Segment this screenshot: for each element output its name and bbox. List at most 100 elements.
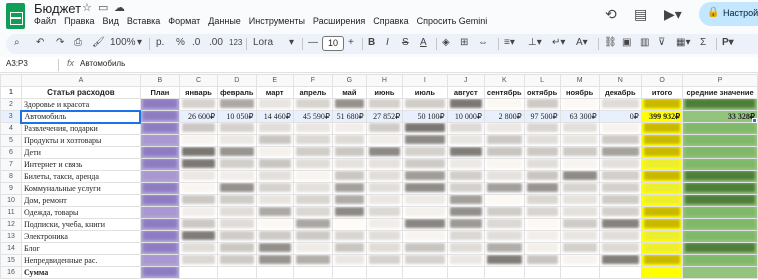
insert-chart-icon[interactable]: ▥ (640, 37, 649, 48)
value-cell[interactable] (523, 182, 561, 195)
category-cell[interactable]: Интернет и связь (20, 158, 141, 171)
category-cell[interactable]: Здоровье и красота (20, 98, 141, 111)
menu-edit[interactable]: Правка (64, 16, 94, 26)
category-cell[interactable]: Развлечения, подарки (20, 122, 141, 135)
value-cell[interactable] (483, 170, 525, 183)
search-menus-icon[interactable]: ⌕ (14, 37, 20, 48)
category-cell[interactable]: Дети (20, 146, 141, 159)
value-cell[interactable] (292, 254, 333, 267)
value-cell[interactable] (217, 230, 257, 243)
value-cell[interactable] (139, 146, 180, 159)
value-cell[interactable] (446, 206, 485, 219)
value-cell[interactable] (640, 242, 684, 255)
italic-icon[interactable]: I (386, 37, 389, 48)
name-box[interactable]: A3:P3 (6, 59, 28, 68)
select-all-corner[interactable] (0, 74, 22, 87)
font-size-decrease-icon[interactable]: — (308, 37, 318, 48)
value-cell[interactable] (331, 242, 367, 255)
column-header-a[interactable]: A (20, 74, 141, 87)
value-cell[interactable] (292, 170, 333, 183)
header-cell[interactable]: июнь (365, 86, 404, 99)
value-cell[interactable] (598, 230, 642, 243)
value-cell[interactable] (402, 158, 448, 171)
value-cell[interactable] (682, 194, 758, 207)
value-cell[interactable] (682, 254, 758, 267)
value-cell[interactable] (331, 206, 367, 219)
value-cell[interactable] (365, 218, 404, 231)
value-cell[interactable] (365, 254, 404, 267)
header-cell[interactable]: май (331, 86, 367, 99)
value-cell[interactable] (365, 146, 404, 159)
value-cell[interactable] (255, 122, 294, 135)
value-cell[interactable] (139, 122, 180, 135)
chevron-down-icon[interactable]: ▾ (137, 37, 142, 48)
value-cell[interactable] (598, 134, 642, 147)
print-icon[interactable]: ⎙ (74, 37, 82, 48)
category-cell[interactable]: Дом, ремонт (20, 194, 141, 207)
value-cell[interactable] (523, 134, 561, 147)
spreadsheet-grid[interactable]: ABCDEFGHIJKLMNOP 1 Статья расходов План янв… (0, 74, 758, 280)
formula-input[interactable]: Автомобиль (80, 59, 125, 68)
value-cell[interactable] (640, 254, 684, 267)
value-cell[interactable] (331, 170, 367, 183)
value-cell[interactable] (523, 98, 561, 111)
value-cell[interactable] (483, 206, 525, 219)
value-cell[interactable] (217, 266, 257, 279)
value-cell[interactable] (255, 182, 294, 195)
value-cell[interactable] (640, 158, 684, 171)
value-cell[interactable] (178, 194, 219, 207)
insert-comment-icon[interactable]: ▣ (622, 37, 631, 48)
header-cell[interactable]: октябрь (523, 86, 561, 99)
value-cell[interactable] (139, 110, 180, 123)
redo-icon[interactable]: ↷ (56, 37, 64, 48)
value-cell[interactable] (483, 218, 525, 231)
value-cell[interactable] (139, 206, 180, 219)
value-cell[interactable] (483, 242, 525, 255)
fill-color-icon[interactable]: ◈ (442, 37, 450, 48)
value-cell[interactable] (446, 146, 485, 159)
column-header-c[interactable]: C (178, 74, 219, 87)
increase-decimal-button[interactable]: .00 (209, 37, 223, 48)
value-cell[interactable] (640, 206, 684, 219)
value-cell[interactable] (331, 98, 367, 111)
value-cell[interactable] (446, 266, 485, 279)
value-cell[interactable] (483, 146, 525, 159)
value-cell[interactable] (523, 218, 561, 231)
value-cell[interactable] (559, 170, 600, 183)
column-header-l[interactable]: L (523, 74, 561, 87)
value-cell[interactable] (178, 266, 219, 279)
functions-icon[interactable]: Σ (700, 37, 706, 48)
value-cell[interactable] (292, 230, 333, 243)
category-cell[interactable]: Билеты, такси, аренда (20, 170, 141, 183)
value-cell[interactable] (255, 134, 294, 147)
value-cell[interactable] (598, 254, 642, 267)
value-cell[interactable] (523, 206, 561, 219)
strikethrough-icon[interactable]: S (402, 37, 409, 48)
value-cell[interactable] (598, 266, 642, 279)
value-cell[interactable] (139, 182, 180, 195)
category-cell[interactable]: Автомобиль (20, 109, 142, 124)
value-cell[interactable] (640, 122, 684, 135)
row-header[interactable]: 9 (0, 182, 22, 195)
category-cell[interactable]: Электроника (20, 230, 141, 243)
value-cell[interactable] (446, 230, 485, 243)
zoom-select[interactable]: 100% (110, 37, 136, 48)
value-cell[interactable]: 33 328₽ (682, 110, 758, 123)
header-cell[interactable]: август (446, 86, 485, 99)
header-cell[interactable]: итого (640, 86, 684, 99)
value-cell[interactable] (365, 134, 404, 147)
menu-insert[interactable]: Вставка (127, 16, 160, 26)
value-cell[interactable] (559, 158, 600, 171)
value-cell[interactable] (598, 194, 642, 207)
value-cell[interactable] (402, 182, 448, 195)
value-cell[interactable] (178, 146, 219, 159)
value-cell[interactable] (483, 134, 525, 147)
value-cell[interactable] (483, 230, 525, 243)
move-folder-icon[interactable]: ▭ (98, 1, 108, 14)
value-cell[interactable] (292, 242, 333, 255)
value-cell[interactable] (331, 158, 367, 171)
comments-icon[interactable]: ▤ (634, 6, 647, 23)
value-cell[interactable] (523, 146, 561, 159)
value-cell[interactable] (139, 134, 180, 147)
history-icon[interactable]: ⟲ (605, 6, 617, 23)
